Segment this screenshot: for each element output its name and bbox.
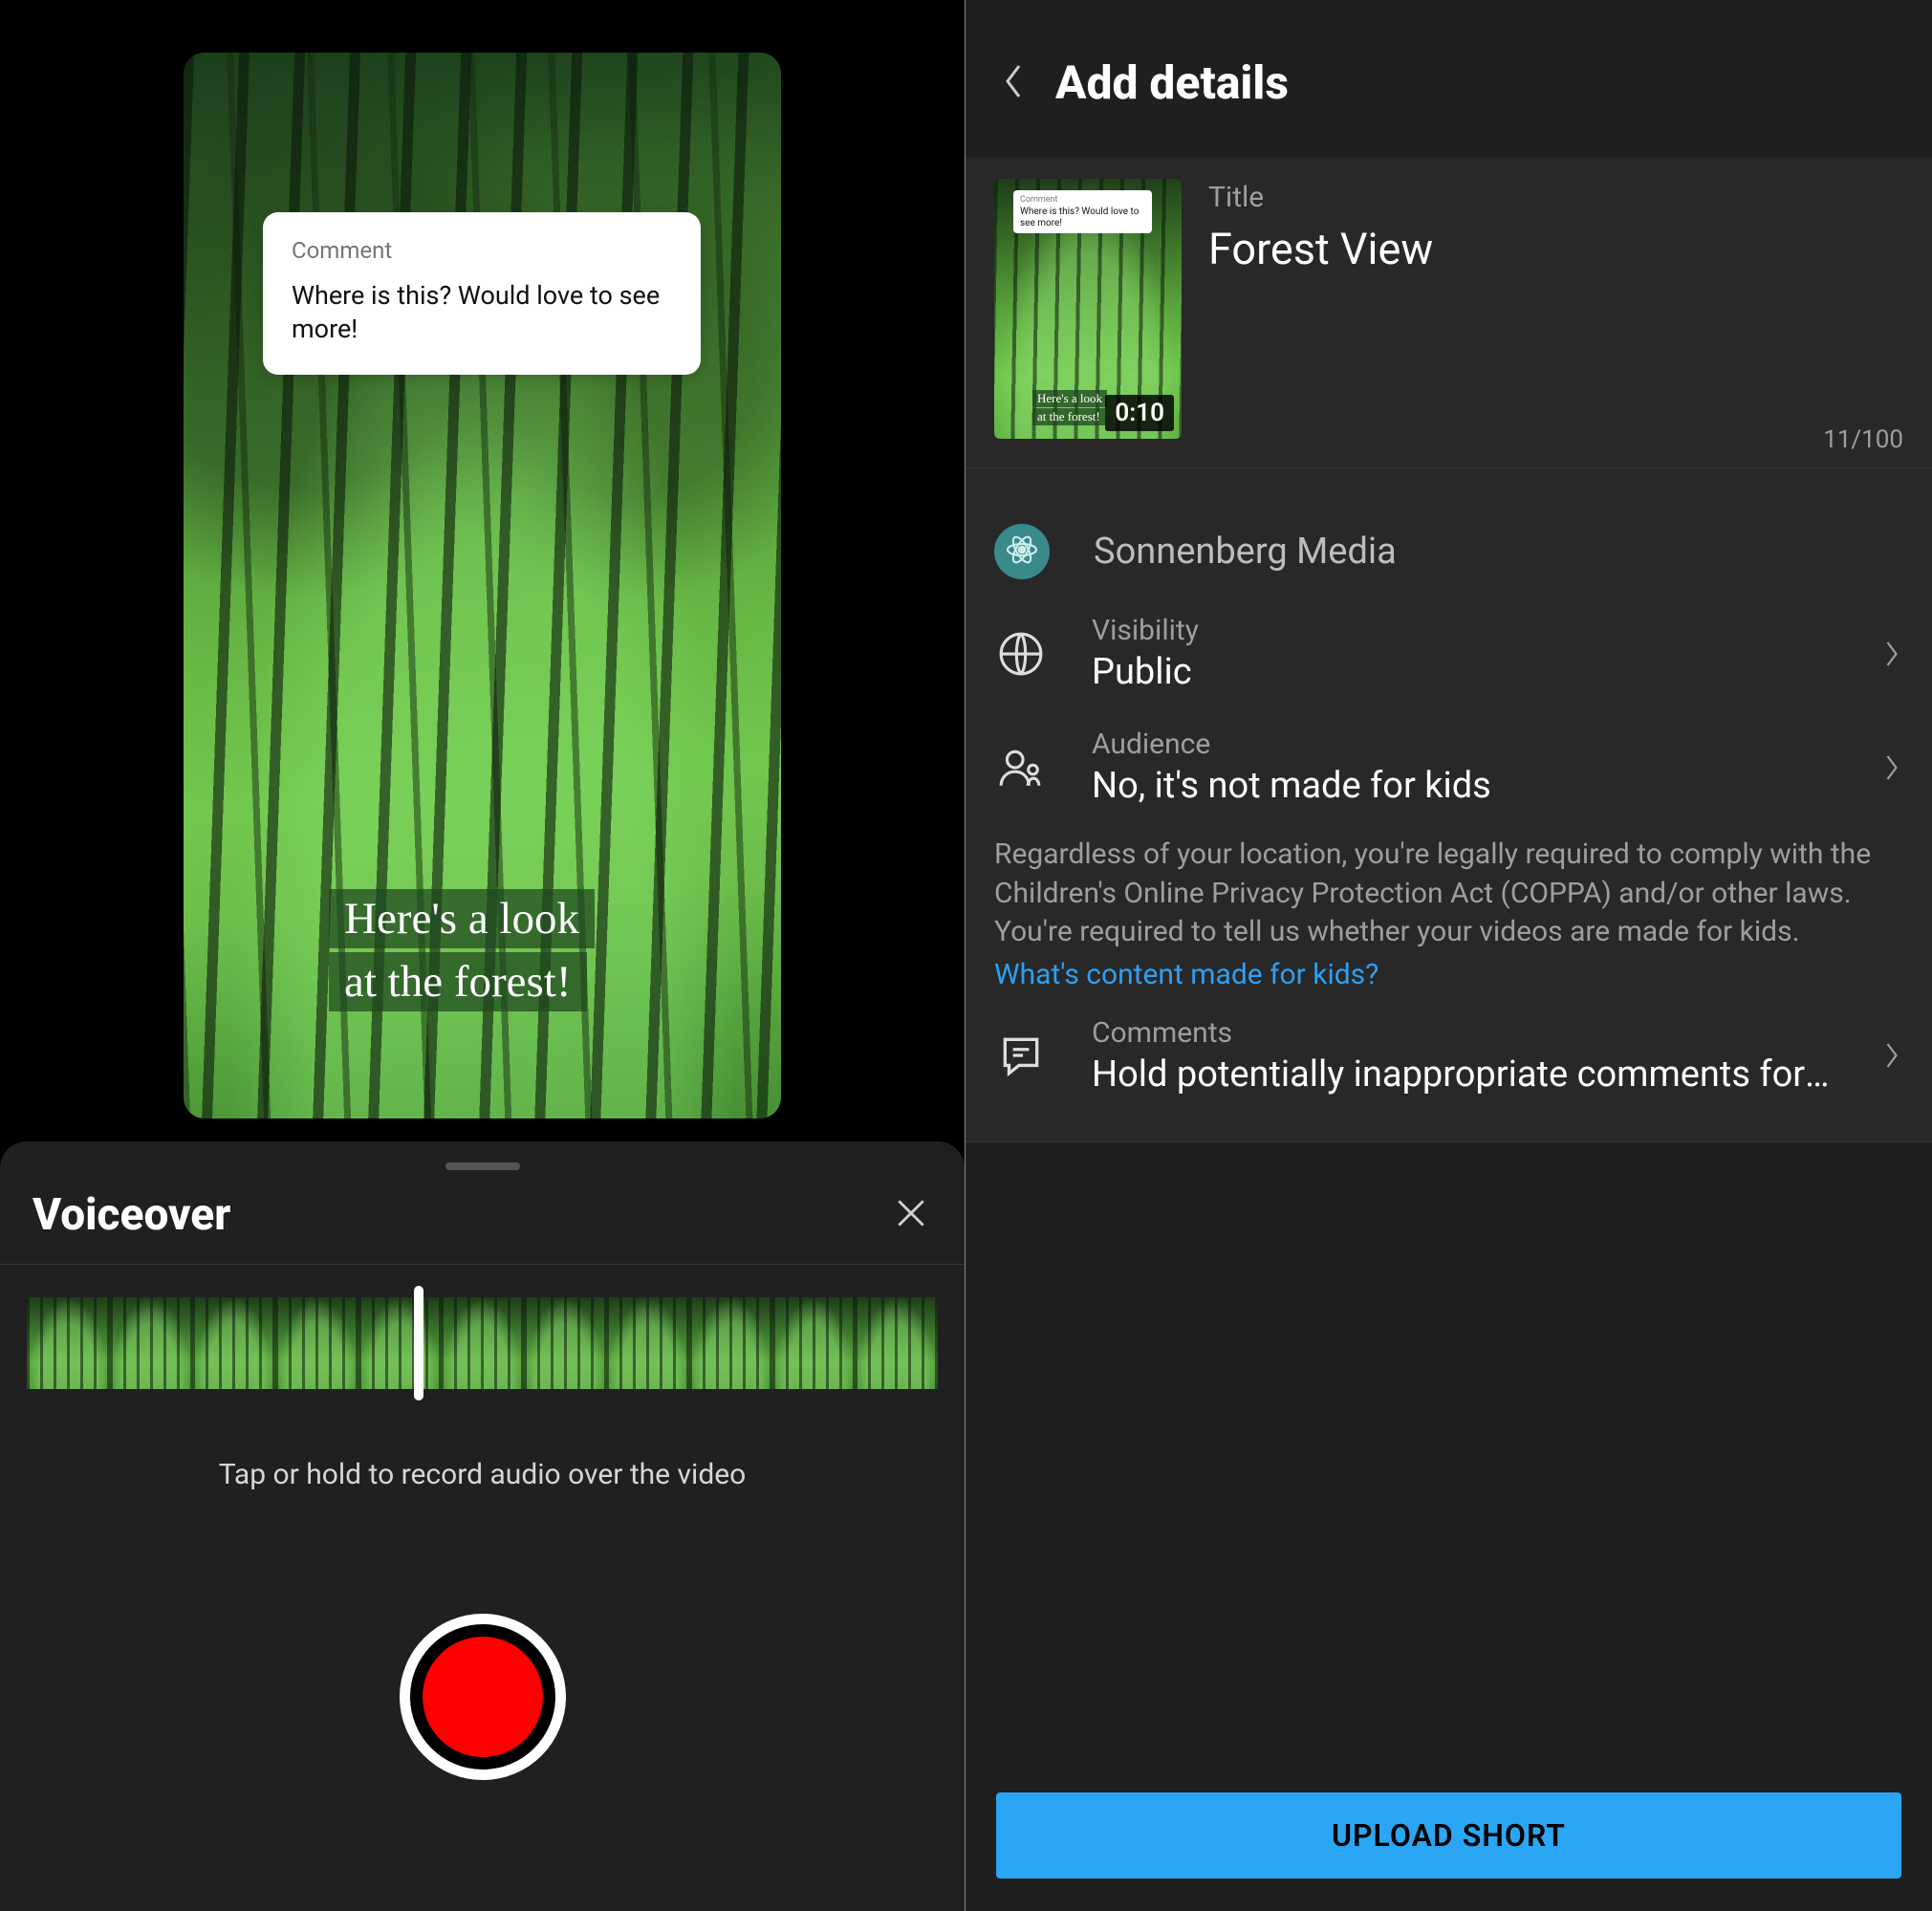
audience-icon — [994, 741, 1048, 794]
comment-icon — [994, 1029, 1048, 1082]
timeline-frame — [192, 1297, 275, 1389]
voiceover-editor-pane: Comment Where is this? Would love to see… — [0, 0, 965, 1911]
voiceover-title: Voiceover — [33, 1189, 230, 1241]
timeline-frame — [772, 1297, 856, 1389]
timeline-frame — [441, 1297, 524, 1389]
back-button[interactable] — [994, 64, 1032, 102]
chevron-right-icon — [1880, 640, 1903, 668]
comment-sticker-label: Comment — [292, 237, 672, 264]
thumbnail-duration-badge: 0:10 — [1105, 395, 1174, 431]
close-icon — [893, 1195, 929, 1235]
record-button[interactable] — [400, 1614, 566, 1780]
page-title: Add details — [1055, 55, 1289, 110]
chevron-left-icon — [1001, 62, 1026, 104]
video-preview-container: Comment Where is this? Would love to see… — [0, 0, 965, 1147]
comments-label: Comments — [1092, 1016, 1836, 1050]
chevron-right-icon — [1880, 753, 1903, 782]
comment-sticker[interactable]: Comment Where is this? Would love to see… — [263, 212, 701, 375]
coppa-link[interactable]: What's content made for kids? — [994, 958, 1903, 991]
video-thumbnail[interactable]: Comment Where is this? Would love to see… — [994, 179, 1182, 439]
record-icon — [410, 1624, 555, 1770]
video-timeline[interactable] — [27, 1297, 938, 1389]
caption-overlay[interactable]: Here's a look at the forest! — [329, 885, 595, 1011]
comments-row[interactable]: Comments Hold potentially inappropriate … — [994, 991, 1903, 1113]
timeline-frame — [110, 1297, 193, 1389]
visibility-value: Public — [1092, 651, 1836, 693]
sheet-header: Voiceover — [0, 1189, 965, 1265]
channel-row[interactable]: Sonnenberg Media — [994, 507, 1903, 597]
timeline-frame — [27, 1297, 110, 1389]
visibility-label: Visibility — [1092, 614, 1836, 647]
video-preview[interactable]: Comment Where is this? Would love to see… — [184, 53, 781, 1118]
timeline-frame — [524, 1297, 607, 1389]
title-meta: Title Forest View — [1208, 179, 1903, 439]
thumbnail-caption: Here's a look at the forest! — [1032, 389, 1107, 425]
settings-list: Sonnenberg Media Visibility Public — [966, 468, 1932, 1142]
globe-icon — [994, 627, 1048, 681]
channel-name: Sonnenberg Media — [1094, 531, 1903, 573]
audience-label: Audience — [1092, 727, 1836, 761]
thumbnail-comment-body: Where is this? Would love to see more! — [1020, 206, 1145, 228]
comments-value: Hold potentially inappropriate comments … — [1092, 1053, 1836, 1096]
add-details-pane: Add details Comment Where is this? Would… — [966, 0, 1932, 1911]
thumbnail-caption-line-2: at the forest! — [1032, 408, 1105, 425]
comment-sticker-body: Where is this? Would love to see more! — [292, 279, 672, 346]
voiceover-sheet: Voiceover Tap or hold to record audio ov… — [0, 1141, 965, 1911]
audience-row[interactable]: Audience No, it's not made for kids — [994, 710, 1903, 824]
caption-line-2: at the forest! — [329, 952, 587, 1011]
sheet-drag-handle[interactable] — [445, 1162, 520, 1170]
timeline-frame — [689, 1297, 772, 1389]
atom-icon — [1005, 532, 1039, 571]
coppa-note: Regardless of your location, you're lega… — [994, 824, 1903, 958]
visibility-row[interactable]: Visibility Public — [994, 597, 1903, 710]
title-char-count: 11/100 — [1823, 425, 1903, 454]
thumbnail-caption-line-1: Here's a look — [1032, 390, 1107, 407]
audience-value: No, it's not made for kids — [1092, 765, 1836, 807]
thumbnail-comment-label: Comment — [1020, 195, 1145, 205]
timeline-frame — [606, 1297, 689, 1389]
title-section[interactable]: Comment Where is this? Would love to see… — [966, 158, 1932, 468]
channel-avatar — [994, 524, 1050, 579]
upload-short-button[interactable]: UPLOAD SHORT — [996, 1792, 1901, 1878]
timeline-frame — [855, 1297, 938, 1389]
caption-line-1: Here's a look — [329, 889, 595, 948]
title-label: Title — [1208, 181, 1903, 214]
chevron-right-icon — [1880, 1041, 1903, 1070]
close-button[interactable] — [890, 1194, 932, 1236]
title-value[interactable]: Forest View — [1208, 224, 1903, 274]
timeline-frame — [358, 1297, 442, 1389]
record-hint: Tap or hold to record audio over the vid… — [0, 1458, 965, 1491]
details-header: Add details — [966, 0, 1932, 158]
timeline-frame — [275, 1297, 358, 1389]
thumbnail-comment-sticker: Comment Where is this? Would love to see… — [1013, 190, 1152, 233]
timeline-playhead[interactable] — [414, 1286, 423, 1401]
